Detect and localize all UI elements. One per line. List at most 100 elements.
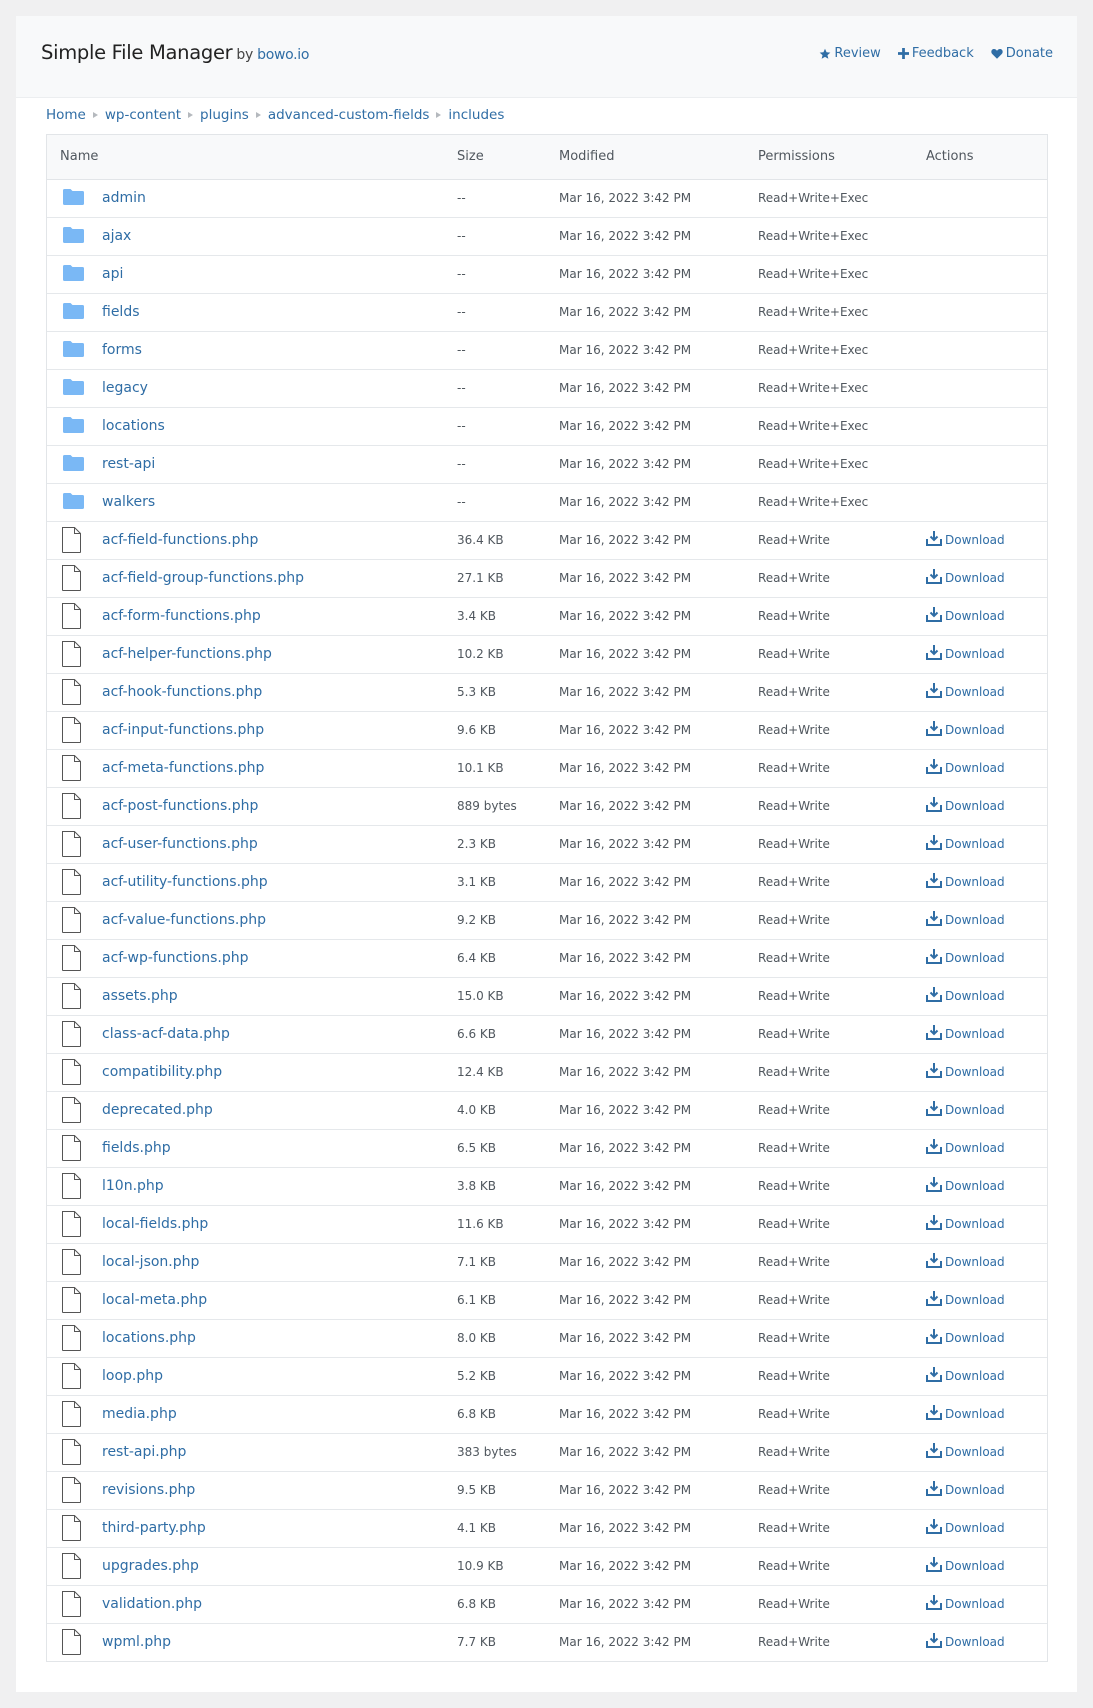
name-cell: admin (47, 179, 457, 218)
breadcrumb-wp-content[interactable]: wp-content (105, 107, 181, 123)
file-link[interactable]: acf-utility-functions.php (102, 874, 268, 890)
name-cell: compatibility.php (47, 1053, 457, 1092)
download-button[interactable]: Download (926, 1633, 1005, 1651)
download-button[interactable]: Download (926, 1481, 1005, 1499)
size-cell: 10.2 KB (457, 635, 559, 674)
file-link[interactable]: third-party.php (102, 1520, 206, 1536)
name-cell: loop.php (47, 1357, 457, 1396)
name-cell: locations.php (47, 1319, 457, 1358)
actions-cell (926, 179, 1047, 218)
review-link[interactable]: Review (819, 46, 881, 61)
size-cell: 6.8 KB (457, 1585, 559, 1624)
file-link[interactable]: acf-hook-functions.php (102, 684, 262, 700)
file-table: Name Size Modified Permissions Actions a… (46, 134, 1048, 1662)
download-button[interactable]: Download (926, 645, 1005, 663)
breadcrumb-home[interactable]: Home (46, 107, 86, 123)
file-link[interactable]: deprecated.php (102, 1102, 213, 1118)
download-button[interactable]: Download (926, 1215, 1005, 1233)
folder-link[interactable]: admin (102, 190, 146, 206)
download-button[interactable]: Download (926, 1329, 1005, 1347)
file-row: upgrades.php 10.9 KB Mar 16, 2022 3:42 PM R… (47, 1547, 1047, 1586)
file-link[interactable]: rest-api.php (102, 1444, 186, 1460)
modified-cell: Mar 16, 2022 3:42 PM (559, 597, 758, 636)
download-button[interactable]: Download (926, 987, 1005, 1005)
download-button[interactable]: Download (926, 1291, 1005, 1309)
file-link[interactable]: revisions.php (102, 1482, 195, 1498)
download-button[interactable]: Download (926, 1443, 1005, 1461)
download-button[interactable]: Download (926, 1367, 1005, 1385)
folder-link[interactable]: forms (102, 342, 142, 358)
file-link[interactable]: acf-user-functions.php (102, 836, 258, 852)
file-link[interactable]: compatibility.php (102, 1064, 222, 1080)
download-button[interactable]: Download (926, 1101, 1005, 1119)
breadcrumb-advanced-custom-fields[interactable]: advanced-custom-fields (268, 107, 430, 123)
download-icon (926, 1405, 942, 1423)
file-link[interactable]: acf-wp-functions.php (102, 950, 248, 966)
file-link[interactable]: acf-helper-functions.php (102, 646, 272, 662)
download-button[interactable]: Download (926, 797, 1005, 815)
file-link[interactable]: acf-post-functions.php (102, 798, 258, 814)
download-button[interactable]: Download (926, 1557, 1005, 1575)
file-link[interactable]: acf-field-group-functions.php (102, 570, 304, 586)
download-button[interactable]: Download (926, 569, 1005, 587)
folder-link[interactable]: api (102, 266, 123, 282)
breadcrumb-includes[interactable]: includes (448, 107, 504, 123)
file-link[interactable]: upgrades.php (102, 1558, 199, 1574)
download-button[interactable]: Download (926, 1405, 1005, 1423)
download-button[interactable]: Download (926, 1139, 1005, 1157)
file-link[interactable]: l10n.php (102, 1178, 164, 1194)
download-button[interactable]: Download (926, 911, 1005, 929)
actions-cell: Download (926, 1015, 1047, 1054)
modified-cell: Mar 16, 2022 3:42 PM (559, 255, 758, 294)
download-button[interactable]: Download (926, 1595, 1005, 1613)
file-link[interactable]: locations.php (102, 1330, 196, 1346)
feedback-link[interactable]: Feedback (897, 46, 974, 61)
donate-link[interactable]: Donate (991, 46, 1053, 61)
file-link[interactable]: acf-form-functions.php (102, 608, 261, 624)
file-link[interactable]: wpml.php (102, 1634, 171, 1650)
download-button[interactable]: Download (926, 683, 1005, 701)
download-button[interactable]: Download (926, 721, 1005, 739)
download-button[interactable]: Download (926, 531, 1005, 549)
file-link[interactable]: validation.php (102, 1596, 202, 1612)
download-button[interactable]: Download (926, 1253, 1005, 1271)
download-button[interactable]: Download (926, 1025, 1005, 1043)
permissions-cell: Read+Write (758, 1471, 926, 1510)
download-button[interactable]: Download (926, 949, 1005, 967)
download-button[interactable]: Download (926, 607, 1005, 625)
folder-row: rest-api -- Mar 16, 2022 3:42 PM Read+Write… (47, 445, 1047, 484)
actions-cell: Download (926, 1547, 1047, 1586)
download-button[interactable]: Download (926, 873, 1005, 891)
name-cell: walkers (47, 483, 457, 522)
file-link[interactable]: class-acf-data.php (102, 1026, 230, 1042)
file-link[interactable]: acf-value-functions.php (102, 912, 266, 928)
download-button[interactable]: Download (926, 1177, 1005, 1195)
download-button[interactable]: Download (926, 835, 1005, 853)
file-link[interactable]: acf-input-functions.php (102, 722, 264, 738)
file-link[interactable]: assets.php (102, 988, 178, 1004)
file-link[interactable]: media.php (102, 1406, 177, 1422)
folder-link[interactable]: ajax (102, 228, 131, 244)
file-link[interactable]: local-meta.php (102, 1292, 207, 1308)
author-link[interactable]: bowo.io (257, 47, 309, 63)
download-button[interactable]: Download (926, 1519, 1005, 1537)
permissions-cell: Read+Write (758, 1281, 926, 1320)
modified-cell: Mar 16, 2022 3:42 PM (559, 1357, 758, 1396)
file-link[interactable]: fields.php (102, 1140, 171, 1156)
download-icon (926, 569, 942, 587)
folder-link[interactable]: locations (102, 418, 165, 434)
modified-cell: Mar 16, 2022 3:42 PM (559, 901, 758, 940)
breadcrumb-plugins[interactable]: plugins (200, 107, 249, 123)
download-button[interactable]: Download (926, 759, 1005, 777)
folder-link[interactable]: rest-api (102, 456, 155, 472)
file-link[interactable]: acf-meta-functions.php (102, 760, 264, 776)
download-button[interactable]: Download (926, 1063, 1005, 1081)
file-link[interactable]: local-fields.php (102, 1216, 208, 1232)
folder-link[interactable]: fields (102, 304, 140, 320)
file-link[interactable]: loop.php (102, 1368, 163, 1384)
folder-link[interactable]: legacy (102, 380, 148, 396)
file-link[interactable]: acf-field-functions.php (102, 532, 258, 548)
folder-link[interactable]: walkers (102, 494, 155, 510)
file-link[interactable]: local-json.php (102, 1254, 199, 1270)
size-cell: 383 bytes (457, 1433, 559, 1472)
